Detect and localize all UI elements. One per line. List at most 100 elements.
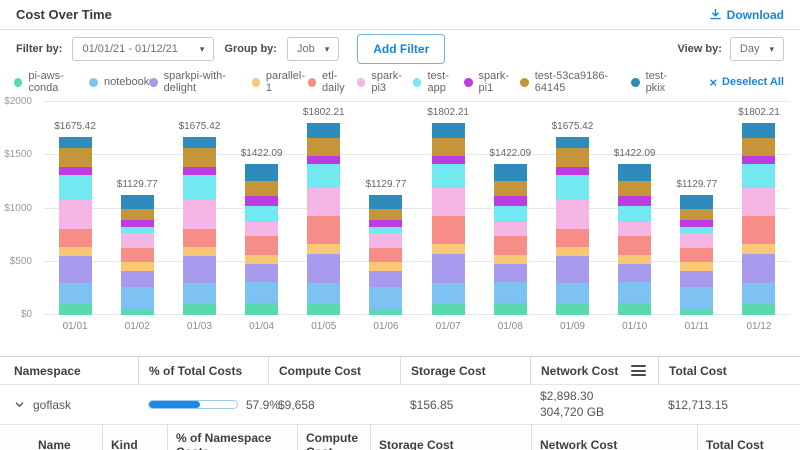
bar-segment-spark-pi3[interactable] xyxy=(493,222,527,237)
bar-segment-spark-pi3[interactable] xyxy=(618,222,652,237)
bar-segment-pi-aws-conda[interactable] xyxy=(618,303,652,315)
bar-segment-test-53ca9186-64145[interactable] xyxy=(307,138,341,157)
bar-segment-test-53ca9186-64145[interactable] xyxy=(680,208,714,220)
add-filter-button[interactable]: Add Filter xyxy=(357,34,446,64)
view-by-dropdown[interactable]: Day ▾ xyxy=(729,37,784,61)
bar-segment-parallel-1[interactable] xyxy=(369,261,403,271)
bar-segment-spark-pi3[interactable] xyxy=(307,187,341,217)
subcol-network-cost[interactable]: Network Cost xyxy=(531,425,697,450)
bar-segment-notebook[interactable] xyxy=(307,283,341,304)
bar-segment-notebook[interactable] xyxy=(493,282,527,304)
bar-segment-etl-daily[interactable] xyxy=(182,228,216,248)
subcol-total-cost[interactable]: Total Cost xyxy=(697,425,800,450)
col-compute-cost[interactable]: Compute Cost xyxy=(268,357,400,384)
bar-segment-parallel-1[interactable] xyxy=(307,244,341,255)
bar-segment-test-53ca9186-64145[interactable] xyxy=(742,138,776,157)
bar-segment-notebook[interactable] xyxy=(182,283,216,305)
bar-segment-test-pkix[interactable] xyxy=(307,122,341,139)
bar-segment-test-pkix[interactable] xyxy=(431,122,465,139)
bar-segment-spark-pi3[interactable] xyxy=(182,199,216,229)
bar-segment-pi-aws-conda[interactable] xyxy=(369,308,403,315)
bar-segment-sparkpi-with-delight[interactable] xyxy=(369,270,403,288)
bar-segment-sparkpi-with-delight[interactable] xyxy=(742,254,776,284)
date-range-dropdown[interactable]: 01/01/21 - 01/12/21 ▾ xyxy=(72,37,215,61)
bar-segment-test-53ca9186-64145[interactable] xyxy=(369,208,403,220)
bar-segment-test-app[interactable] xyxy=(618,206,652,223)
legend-item-test-53ca9186-64145[interactable]: test-53ca9186-64145 xyxy=(520,70,631,94)
col-pct-total-costs[interactable]: % of Total Costs xyxy=(138,357,268,384)
bar-segment-notebook[interactable] xyxy=(680,287,714,309)
namespace-expander[interactable]: goflask xyxy=(0,394,138,416)
bar-segment-sparkpi-with-delight[interactable] xyxy=(431,254,465,284)
bar-segment-test-pkix[interactable] xyxy=(618,163,652,182)
bar-segment-test-53ca9186-64145[interactable] xyxy=(182,147,216,168)
bar-segment-pi-aws-conda[interactable] xyxy=(182,304,216,315)
bar-segment-etl-daily[interactable] xyxy=(555,228,589,248)
bar-segment-notebook[interactable] xyxy=(369,287,403,309)
col-namespace[interactable]: Namespace xyxy=(0,357,138,384)
bar-segment-test-53ca9186-64145[interactable] xyxy=(555,147,589,168)
bar-segment-parallel-1[interactable] xyxy=(245,254,279,264)
bar-segment-parallel-1[interactable] xyxy=(493,254,527,264)
bar-segment-pi-aws-conda[interactable] xyxy=(680,308,714,315)
bar-segment-etl-daily[interactable] xyxy=(369,248,403,262)
bar-segment-pi-aws-conda[interactable] xyxy=(431,303,465,315)
col-total-cost[interactable]: Total Cost xyxy=(658,357,800,384)
bar-segment-spark-pi1[interactable] xyxy=(182,167,216,176)
bar-segment-spark-pi3[interactable] xyxy=(245,222,279,237)
bar-segment-pi-aws-conda[interactable] xyxy=(245,303,279,315)
bar-segment-test-app[interactable] xyxy=(307,164,341,188)
bar-segment-sparkpi-with-delight[interactable] xyxy=(182,256,216,284)
legend-item-sparkpi-with-delight[interactable]: sparkpi-with-delight xyxy=(149,70,251,94)
bar-segment-spark-pi1[interactable] xyxy=(58,167,92,176)
bar-segment-etl-daily[interactable] xyxy=(431,216,465,245)
bar-segment-sparkpi-with-delight[interactable] xyxy=(680,270,714,288)
group-by-dropdown[interactable]: Job ▾ xyxy=(286,37,340,61)
bar-segment-spark-pi3[interactable] xyxy=(120,233,154,249)
download-button[interactable]: Download xyxy=(709,8,784,22)
bar-segment-spark-pi3[interactable] xyxy=(680,233,714,249)
bar-segment-notebook[interactable] xyxy=(120,287,154,309)
bar-segment-spark-pi3[interactable] xyxy=(555,199,589,229)
subcol-name[interactable]: Name xyxy=(0,425,102,450)
bar-segment-test-app[interactable] xyxy=(555,175,589,200)
bar-segment-sparkpi-with-delight[interactable] xyxy=(307,254,341,284)
legend-item-pi-aws-conda[interactable]: pi-aws-conda xyxy=(14,70,89,94)
bar-segment-parallel-1[interactable] xyxy=(680,261,714,271)
bar-segment-sparkpi-with-delight[interactable] xyxy=(618,263,652,283)
bar-segment-pi-aws-conda[interactable] xyxy=(58,304,92,315)
bar-segment-test-app[interactable] xyxy=(245,206,279,223)
subcol-storage-cost[interactable]: Storage Cost xyxy=(370,425,531,450)
col-storage-cost[interactable]: Storage Cost xyxy=(400,357,530,384)
bar-segment-spark-pi1[interactable] xyxy=(307,156,341,165)
bar-segment-parallel-1[interactable] xyxy=(618,254,652,264)
bar-segment-pi-aws-conda[interactable] xyxy=(120,308,154,315)
subcol-compute-cost[interactable]: Compute Cost xyxy=(297,425,370,450)
subcol-pct-namespace-costs[interactable]: % of Namespace Costs xyxy=(167,425,297,450)
legend-item-etl-daily[interactable]: etl-daily xyxy=(307,70,357,94)
bar-segment-parallel-1[interactable] xyxy=(58,247,92,257)
bar-segment-spark-pi1[interactable] xyxy=(493,195,527,207)
bar-segment-spark-pi1[interactable] xyxy=(742,156,776,165)
bar-segment-etl-daily[interactable] xyxy=(58,228,92,248)
bar-segment-parallel-1[interactable] xyxy=(431,244,465,255)
bar-segment-test-app[interactable] xyxy=(182,175,216,200)
legend-item-test-app[interactable]: test-app xyxy=(413,70,464,94)
bar-segment-test-pkix[interactable] xyxy=(245,163,279,182)
bar-segment-test-pkix[interactable] xyxy=(120,194,154,209)
col-network-cost[interactable]: Network Cost xyxy=(530,357,658,384)
bar-segment-test-pkix[interactable] xyxy=(58,136,92,148)
bar-segment-test-pkix[interactable] xyxy=(680,194,714,209)
legend-item-spark-pi1[interactable]: spark-pi1 xyxy=(464,70,520,94)
bar-segment-etl-daily[interactable] xyxy=(493,236,527,255)
bar-segment-etl-daily[interactable] xyxy=(307,216,341,245)
bar-segment-spark-pi1[interactable] xyxy=(680,219,714,227)
bar-segment-etl-daily[interactable] xyxy=(680,248,714,262)
bar-segment-spark-pi3[interactable] xyxy=(369,233,403,249)
bar-segment-notebook[interactable] xyxy=(742,283,776,304)
legend-item-notebook[interactable]: notebook xyxy=(88,76,149,88)
bar-segment-sparkpi-with-delight[interactable] xyxy=(120,270,154,288)
legend-item-test-pkix[interactable]: test-pkix xyxy=(631,70,683,94)
bar-segment-parallel-1[interactable] xyxy=(182,247,216,257)
bar-segment-spark-pi1[interactable] xyxy=(618,195,652,207)
